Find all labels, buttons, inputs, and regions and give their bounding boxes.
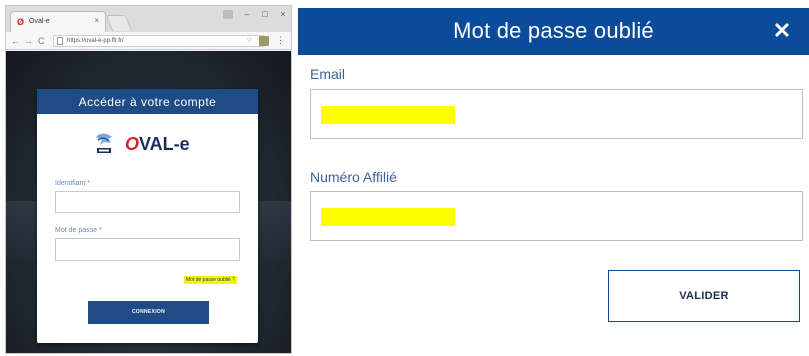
password-label: Mot de passe * (55, 227, 102, 234)
oval-e-logo: OVAL-e (125, 134, 190, 154)
window-close-button[interactable]: × (279, 9, 287, 19)
browser-menu-icon[interactable]: ⋮ (276, 34, 285, 46)
identifiant-label: Identifiant * (55, 180, 91, 187)
oval-logo-o: O (125, 134, 140, 154)
browser-window: Ø Oval-e × – □ × ← → C https://oval-e-pp… (5, 5, 292, 354)
logo-area: OVAL-e (37, 131, 258, 159)
address-bar[interactable]: https://oval-e-pp.ffr.fr/ (53, 35, 265, 47)
extension-icon[interactable] (259, 36, 269, 46)
tab-close-icon[interactable]: × (94, 16, 99, 26)
login-title: Accéder à votre compte (78, 95, 217, 109)
email-field[interactable] (310, 89, 803, 139)
browser-toolbar: ← → C https://oval-e-pp.ffr.fr/ ☆ ⋮ (6, 32, 291, 50)
password-input[interactable] (55, 238, 240, 261)
affilie-redaction-highlight (321, 208, 455, 226)
oval-favicon-icon: Ø (17, 17, 25, 27)
page-viewport: Accéder à votre compte OVAL-e Identifian… (6, 51, 291, 353)
connexion-button[interactable]: CONNEXION (88, 301, 209, 324)
forgot-password-modal: Mot de passe oublié ✕ Email Numéro Affil… (298, 8, 809, 356)
minimize-button[interactable]: – (243, 9, 251, 19)
close-icon[interactable]: ✕ (772, 20, 792, 42)
numero-affilie-label: Numéro Affilié (310, 169, 397, 185)
window-controls: – □ × (223, 9, 287, 19)
email-redaction-highlight (321, 106, 455, 124)
email-label: Email (310, 66, 346, 82)
modal-title: Mot de passe oublié (453, 18, 654, 43)
reload-icon[interactable]: C (38, 35, 45, 47)
oval-logo-text: VAL-e (139, 134, 190, 154)
back-arrow-icon[interactable]: ← (11, 35, 20, 47)
tab-strip: Ø Oval-e × – □ × (6, 6, 291, 32)
valider-button[interactable]: VALIDER (608, 270, 800, 322)
new-tab-button[interactable] (105, 15, 133, 31)
identifiant-input[interactable] (55, 191, 240, 213)
page-info-icon[interactable] (57, 37, 63, 45)
modal-header: Mot de passe oublié ✕ (298, 8, 809, 55)
tab-title: Oval-e (29, 18, 50, 25)
login-card: Accéder à votre compte OVAL-e Identifian… (37, 89, 258, 343)
forward-arrow-icon[interactable]: → (24, 35, 33, 47)
numero-affilie-field[interactable] (310, 191, 803, 241)
url-text: https://oval-e-pp.ffr.fr/ (67, 38, 124, 44)
bookmark-star-icon[interactable]: ☆ (246, 34, 253, 46)
login-header: Accéder à votre compte (37, 89, 258, 114)
ffr-rooster-logo-icon (96, 133, 112, 153)
user-profile-icon[interactable] (223, 9, 233, 19)
browser-tab[interactable]: Ø Oval-e × (10, 11, 106, 32)
maximize-button[interactable]: □ (261, 9, 269, 19)
screenshot-root: Ø Oval-e × – □ × ← → C https://oval-e-pp… (0, 0, 809, 356)
forgot-password-link[interactable]: Mot de passe oublié ? (184, 276, 237, 284)
